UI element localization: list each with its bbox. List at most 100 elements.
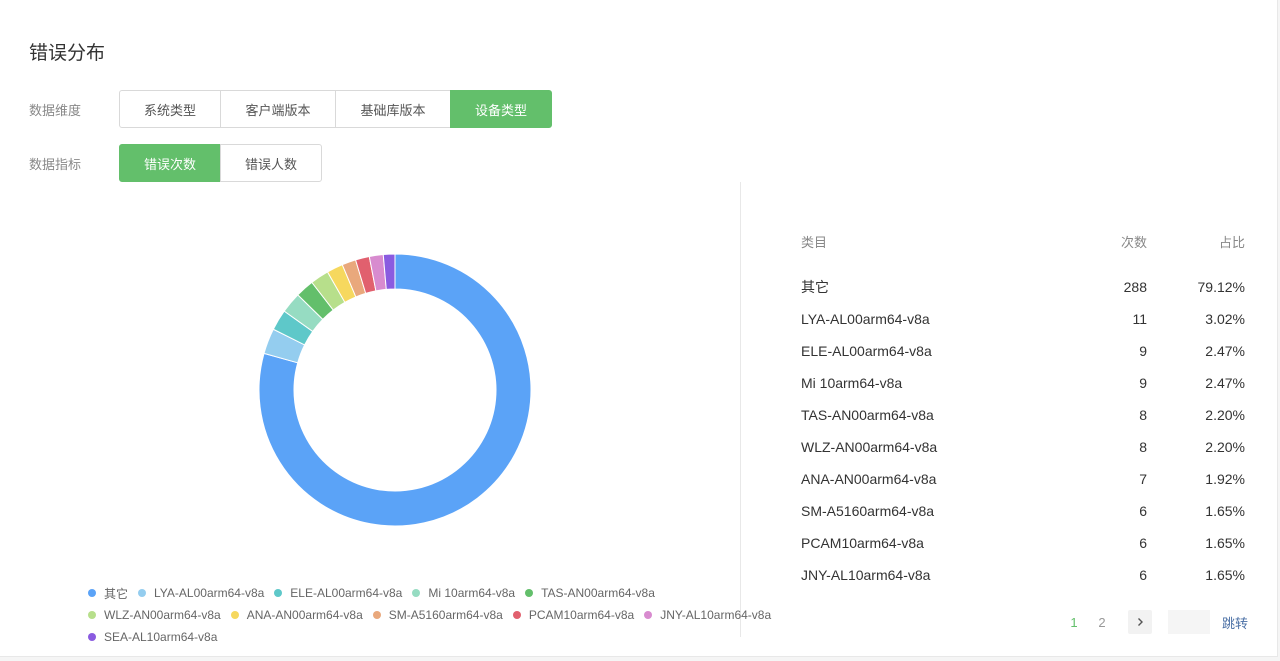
next-page-button[interactable] <box>1128 610 1152 634</box>
row-percentage: 2.47% <box>1205 375 1245 391</box>
metric-label: 数据指标 <box>29 157 82 173</box>
row-category: Mi 10arm64-v8a <box>801 375 903 391</box>
row-category: JNY-AL10arm64-v8a <box>801 567 931 583</box>
page-2-button[interactable]: 2 <box>1088 615 1116 630</box>
legend-dot-icon <box>88 589 96 597</box>
row-count: 288 <box>1123 279 1147 295</box>
legend-dot-icon <box>88 611 96 619</box>
dimension-label: 数据维度 <box>29 103 82 119</box>
row-category: TAS-AN00arm64-v8a <box>801 407 934 423</box>
row-category: ANA-AN00arm64-v8a <box>801 471 937 487</box>
legend-dot-icon <box>372 611 381 619</box>
dimension-segmented-control: 系统类型 客户端版本 基础库版本 设备类型 <box>119 90 552 128</box>
row-count: 8 <box>1139 439 1147 455</box>
legend-dot-icon <box>274 589 283 597</box>
row-percentage: 79.12% <box>1197 279 1245 295</box>
legend-label: ELE-AL00arm64-v8a <box>290 586 403 600</box>
row-count: 7 <box>1139 471 1147 487</box>
legend-item[interactable]: Mi 10arm64-v8a <box>412 586 515 600</box>
table-row: ELE-AL00arm64-v8a 9 2.47% <box>801 335 1245 367</box>
table-row: ANA-AN00arm64-v8a 7 1.92% <box>801 463 1245 495</box>
row-count: 6 <box>1139 535 1147 551</box>
row-category: ELE-AL00arm64-v8a <box>801 343 932 359</box>
row-percentage: 2.20% <box>1205 407 1245 423</box>
row-count: 6 <box>1139 503 1147 519</box>
page-jump-button[interactable]: 跳转 <box>1222 613 1248 632</box>
legend-label: JNY-AL10arm64-v8a <box>660 608 772 622</box>
page-1-button[interactable]: 1 <box>1060 615 1088 630</box>
header-count: 次数 <box>1120 235 1147 251</box>
vertical-divider <box>740 182 741 637</box>
legend-dot-icon <box>230 611 239 619</box>
donut-chart <box>258 253 532 527</box>
category-table: 类目 次数 占比 其它 288 79.12% LYA-AL00arm64-v8a 11… <box>801 226 1245 591</box>
row-count: 9 <box>1139 343 1147 359</box>
row-count: 6 <box>1139 567 1147 583</box>
legend-dot-icon <box>412 589 421 597</box>
row-category: PCAM10arm64-v8a <box>801 535 924 551</box>
dimension-filter: 数据维度 系统类型 客户端版本 基础库版本 设备类型 <box>29 90 552 128</box>
legend-label: WLZ-AN00arm64-v8a <box>104 608 221 622</box>
table-row: WLZ-AN00arm64-v8a 8 2.20% <box>801 431 1245 463</box>
table-row: TAS-AN00arm64-v8a 8 2.20% <box>801 399 1245 431</box>
table-header: 类目 次数 占比 <box>801 226 1245 256</box>
legend-dot-icon <box>88 633 96 641</box>
legend-row: 其它 LYA-AL00arm64-v8a ELE-AL00arm64-v8a Mi 1… <box>88 582 728 604</box>
table-body: 其它 288 79.12% LYA-AL00arm64-v8a 11 3.02% ELE… <box>801 271 1245 591</box>
dimension-option-system-type[interactable]: 系统类型 <box>119 90 221 128</box>
page-jump-input[interactable] <box>1168 610 1210 634</box>
chart-legend: 其它 LYA-AL00arm64-v8a ELE-AL00arm64-v8a Mi 1… <box>88 582 771 648</box>
metric-segmented-control: 错误次数 错误人数 <box>119 144 322 182</box>
row-percentage: 1.65% <box>1205 503 1245 519</box>
row-count: 9 <box>1139 375 1147 391</box>
header-percentage: 占比 <box>1218 235 1245 251</box>
legend-item[interactable]: ELE-AL00arm64-v8a <box>274 586 402 600</box>
page-title: 错误分布 <box>29 42 106 64</box>
table-row: PCAM10arm64-v8a 6 1.65% <box>801 527 1245 559</box>
metric-option-error-count[interactable]: 错误次数 <box>119 144 221 182</box>
row-percentage: 2.20% <box>1205 439 1245 455</box>
chevron-right-icon <box>1138 618 1143 626</box>
legend-item[interactable]: SEA-AL10arm64-v8a <box>88 630 217 644</box>
legend-row: SEA-AL10arm64-v8a <box>88 626 728 648</box>
dimension-option-base-lib-version[interactable]: 基础库版本 <box>335 90 451 128</box>
row-percentage: 3.02% <box>1205 311 1245 327</box>
legend-label: 其它 <box>104 586 129 601</box>
legend-label: LYA-AL00arm64-v8a <box>154 586 265 600</box>
row-count: 11 <box>1132 311 1147 327</box>
legend-item[interactable]: WLZ-AN00arm64-v8a <box>88 608 221 622</box>
legend-item[interactable]: LYA-AL00arm64-v8a <box>138 586 264 600</box>
table-row: LYA-AL00arm64-v8a 11 3.02% <box>801 303 1245 335</box>
legend-item[interactable]: SM-A5160arm64-v8a <box>372 608 503 622</box>
dimension-option-client-version[interactable]: 客户端版本 <box>220 90 336 128</box>
dimension-option-device-type[interactable]: 设备类型 <box>450 90 552 128</box>
legend-item[interactable]: ANA-AN00arm64-v8a <box>230 608 363 622</box>
error-distribution-card: 错误分布 数据维度 系统类型 客户端版本 基础库版本 设备类型 数据指标 错误次… <box>0 0 1278 657</box>
row-count: 8 <box>1139 407 1147 423</box>
legend-item[interactable]: PCAM10arm64-v8a <box>512 608 635 622</box>
table-row: Mi 10arm64-v8a 9 2.47% <box>801 367 1245 399</box>
legend-dot-icon <box>525 589 534 597</box>
metric-option-error-users[interactable]: 错误人数 <box>220 144 322 182</box>
row-percentage: 1.92% <box>1205 471 1245 487</box>
legend-label: SM-A5160arm64-v8a <box>388 608 503 622</box>
row-percentage: 1.65% <box>1205 535 1245 551</box>
legend-label: Mi 10arm64-v8a <box>428 586 516 600</box>
legend-label: SEA-AL10arm64-v8a <box>104 630 218 644</box>
legend-label: ANA-AN00arm64-v8a <box>246 608 363 622</box>
legend-label: PCAM10arm64-v8a <box>528 608 635 622</box>
legend-item[interactable]: 其它 <box>88 585 128 602</box>
legend-item[interactable]: JNY-AL10arm64-v8a <box>644 608 771 622</box>
legend-row: WLZ-AN00arm64-v8a ANA-AN00arm64-v8a SM-A51… <box>88 604 771 626</box>
table-row: 其它 288 79.12% <box>801 271 1245 303</box>
header-category: 类目 <box>801 235 828 251</box>
row-category: 其它 <box>801 279 829 295</box>
table-row: SM-A5160arm64-v8a 6 1.65% <box>801 495 1245 527</box>
table-row: JNY-AL10arm64-v8a 6 1.65% <box>801 559 1245 591</box>
row-category: LYA-AL00arm64-v8a <box>801 311 930 327</box>
legend-dot-icon <box>138 589 147 597</box>
legend-dot-icon <box>644 611 653 619</box>
legend-item[interactable]: TAS-AN00arm64-v8a <box>525 586 655 600</box>
row-category: WLZ-AN00arm64-v8a <box>801 439 938 455</box>
pagination: 1 2 跳转 <box>1060 610 1248 634</box>
